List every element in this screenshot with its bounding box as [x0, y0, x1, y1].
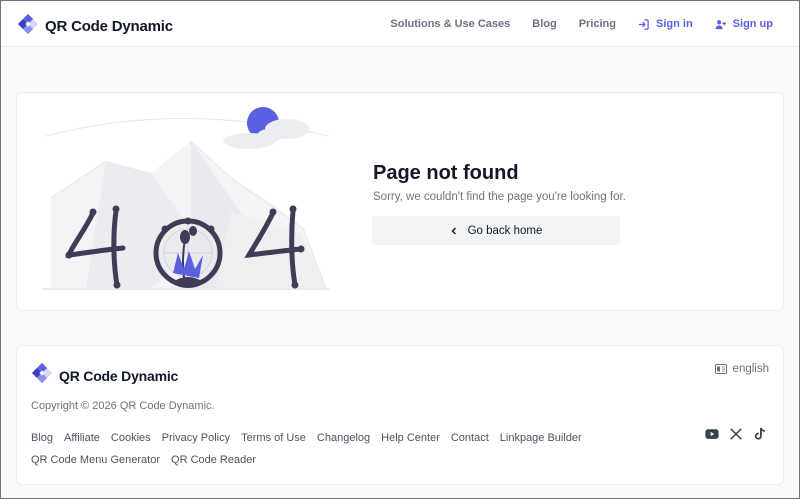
404-illustration — [41, 103, 331, 303]
youtube-icon[interactable] — [705, 427, 719, 441]
brand-name: QR Code Dynamic — [45, 18, 173, 35]
footer-link-help-center[interactable]: Help Center — [381, 427, 440, 449]
tiktok-icon[interactable] — [753, 427, 767, 441]
chevron-left-icon — [451, 227, 456, 234]
footer-link-linkpage-builder[interactable]: Linkpage Builder — [500, 427, 582, 449]
qr-logo-icon — [31, 362, 53, 389]
language-label: english — [732, 363, 769, 375]
page-title: Page not found — [373, 162, 519, 184]
footer-link-privacy-policy[interactable]: Privacy Policy — [162, 427, 230, 449]
language-icon — [714, 364, 727, 374]
site-footer: QR Code Dynamic english Copyright © 2026… — [16, 345, 784, 485]
footer-link-contact[interactable]: Contact — [451, 427, 489, 449]
sign-in-link[interactable]: Sign in — [638, 18, 693, 30]
x-icon[interactable] — [729, 427, 743, 441]
error-message: Sorry, we couldn't find the page you're … — [373, 191, 626, 203]
nav-solutions-link[interactable]: Solutions & Use Cases — [390, 18, 510, 30]
main-nav: Solutions & Use Cases Blog Pricing Sign … — [368, 1, 773, 47]
sign-in-icon — [638, 18, 649, 30]
language-selector[interactable]: english — [714, 363, 769, 375]
copyright-text: Copyright © 2026 QR Code Dynamic. — [31, 400, 215, 412]
footer-brand-name: QR Code Dynamic — [59, 367, 179, 384]
nav-pricing-link[interactable]: Pricing — [579, 18, 616, 30]
not-found-card: Page not found Sorry, we couldn't find t… — [16, 92, 784, 311]
footer-link-blog[interactable]: Blog — [31, 427, 53, 449]
social-links — [695, 427, 767, 441]
footer-link-qr-menu-generator[interactable]: QR Code Menu Generator — [31, 449, 160, 471]
footer-link-qr-reader[interactable]: QR Code Reader — [171, 449, 256, 471]
sign-up-link[interactable]: Sign up — [715, 18, 773, 30]
user-plus-icon — [715, 19, 726, 29]
footer-link-cookies[interactable]: Cookies — [111, 427, 151, 449]
sign-in-label: Sign in — [656, 18, 693, 30]
go-back-home-button[interactable]: Go back home — [372, 216, 620, 245]
qr-logo-icon — [17, 13, 39, 40]
footer-link-affiliate[interactable]: Affiliate — [64, 427, 100, 449]
footer-link-terms-of-use[interactable]: Terms of Use — [241, 427, 306, 449]
go-back-home-label: Go back home — [467, 224, 543, 237]
top-navbar: QR Code Dynamic Solutions & Use Cases Bl… — [1, 1, 799, 47]
404-icon — [43, 107, 329, 290]
sign-up-label: Sign up — [732, 18, 773, 30]
footer-links: Blog Affiliate Cookies Privacy Policy Te… — [31, 427, 611, 471]
footer-brand-link[interactable]: QR Code Dynamic — [31, 362, 178, 389]
brand-logo-link[interactable]: QR Code Dynamic — [17, 13, 173, 40]
footer-link-changelog[interactable]: Changelog — [317, 427, 370, 449]
nav-blog-link[interactable]: Blog — [532, 18, 556, 30]
